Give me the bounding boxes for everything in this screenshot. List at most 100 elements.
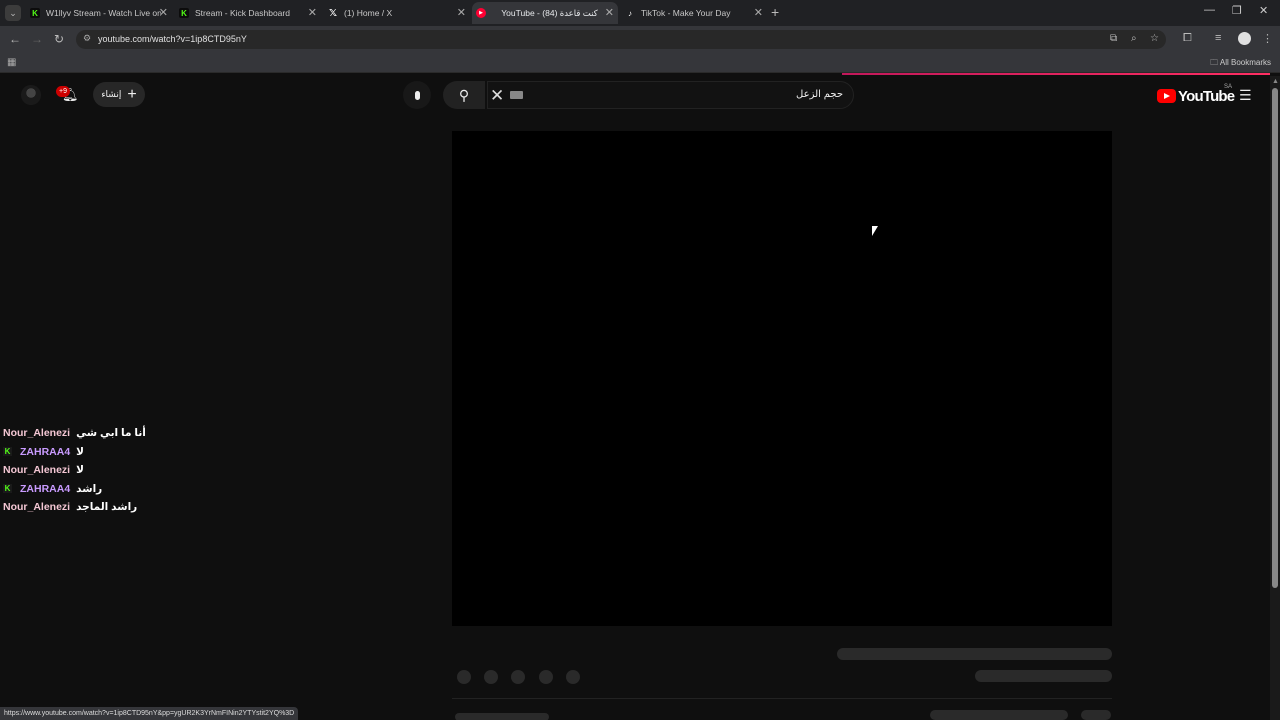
search-button[interactable]: ⚲ (443, 81, 485, 109)
folder-icon: 🗀 (1210, 58, 1219, 67)
chat-username: Nour_Alenezi (3, 427, 71, 440)
skeleton-placeholder (484, 670, 498, 684)
divider (452, 698, 1112, 699)
keyboard-icon[interactable] (510, 91, 523, 99)
bookmarks-bar: ▦ 🗀 All Bookmarks (0, 52, 1280, 73)
scroll-up-icon[interactable]: ▲ (1272, 78, 1279, 85)
stream-chat-overlay: Nour_Alenezi أنا ما ابي شي K ZAHRAA4 لا … (3, 424, 203, 517)
chat-message: Nour_Alenezi لا (3, 461, 203, 480)
search-icon: ⚲ (458, 86, 470, 103)
page-scrollbar[interactable]: ▲ (1270, 76, 1280, 720)
youtube-play-icon (1157, 89, 1176, 103)
chat-message: Nour_Alenezi راشد الماجد (3, 498, 203, 517)
tab-strip: ⌄ K W1llyv Stream - Watch Live on ✕ K St… (0, 0, 1280, 26)
all-bookmarks[interactable]: 🗀 All Bookmarks (1210, 57, 1271, 71)
skeleton-placeholder (511, 670, 525, 684)
voice-search-button[interactable] (403, 81, 431, 109)
tab-title: YouTube - ‏كنت قاعدة‏ (84) (501, 7, 598, 18)
close-icon[interactable]: ✕ (457, 6, 466, 19)
create-label: إنشاء (101, 89, 122, 99)
account-avatar[interactable] (21, 85, 41, 105)
restore-icon[interactable]: ❐ (1232, 4, 1242, 17)
search-input[interactable]: ✕ حجم الزعل (487, 81, 854, 109)
chat-username: Nour_Alenezi (3, 501, 71, 514)
chat-text: راشد الماجد (76, 501, 138, 514)
skeleton-placeholder (539, 670, 553, 684)
profile-avatar[interactable] (1238, 32, 1251, 45)
apps-grid-icon[interactable]: ▦ (7, 57, 16, 68)
clear-search-icon[interactable]: ✕ (490, 86, 504, 106)
back-icon[interactable]: ← (9, 32, 21, 46)
address-bar[interactable]: ⚙ youtube.com/watch?v=1ip8CTD95nY ⧉ ⌕ ☆ (76, 30, 1166, 49)
bookmark-star-icon[interactable]: ☆ (1150, 33, 1159, 44)
scroll-thumb[interactable] (1272, 88, 1278, 588)
chat-username: ZAHRAA4 (20, 482, 71, 495)
browser-menu-icon[interactable]: ⋮ (1262, 32, 1273, 45)
skeleton-placeholder (1081, 710, 1111, 720)
tab-x-home[interactable]: 𝕏 (1) Home / X ✕ (324, 2, 470, 24)
chat-text: لا (76, 464, 84, 477)
new-tab-icon[interactable]: + (771, 4, 779, 20)
chat-message: K ZAHRAA4 راشد (3, 480, 203, 499)
browser-toolbar: ← → ↻ ⚙ youtube.com/watch?v=1ip8CTD95nY … (0, 26, 1280, 52)
close-window-icon[interactable]: ✕ (1259, 4, 1268, 17)
url-text[interactable]: youtube.com/watch?v=1ip8CTD95nY (98, 34, 247, 44)
install-app-icon[interactable]: ⧉ (1110, 33, 1117, 44)
chat-message: Nour_Alenezi أنا ما ابي شي (3, 424, 203, 443)
kick-icon: K (30, 8, 40, 18)
tab-kick-stream[interactable]: K W1llyv Stream - Watch Live on ✕ (26, 2, 172, 24)
extensions-icon[interactable]: ⧠ (1183, 32, 1192, 45)
skeleton-placeholder (975, 670, 1112, 682)
skeleton-placeholder (455, 713, 549, 720)
youtube-header: ☰ YouTube SA ✕ حجم الزعل ⚲ إنشاء + 🔔︎ +9 (0, 76, 1270, 116)
tab-tiktok[interactable]: ♪ TikTok - Make Your Day ✕ (621, 2, 767, 24)
minimize-icon[interactable]: — (1204, 4, 1215, 16)
region-code: SA (1224, 84, 1233, 90)
chat-text: راشد (76, 482, 103, 495)
tab-kick-dashboard[interactable]: K Stream - Kick Dashboard ✕ (175, 2, 321, 24)
youtube-logo[interactable]: YouTube (1157, 86, 1235, 106)
skeleton-placeholder (566, 670, 580, 684)
link-status-bubble: https://www.youtube.com/watch?v=1ip8CTD9… (0, 707, 299, 720)
chat-text: أنا ما ابي شي (76, 427, 146, 440)
close-icon[interactable]: ✕ (605, 6, 614, 19)
mouse-cursor-icon (872, 226, 878, 236)
kick-icon: K (3, 484, 12, 494)
tab-youtube[interactable]: ▶ YouTube - ‏كنت قاعدة‏ (84) ✕ (472, 2, 618, 24)
mic-icon (414, 90, 420, 100)
close-icon[interactable]: ✕ (159, 6, 168, 19)
kick-icon: K (179, 8, 189, 18)
chat-text: لا (76, 445, 84, 458)
video-player[interactable] (452, 131, 1112, 626)
create-button[interactable]: إنشاء + (93, 82, 145, 107)
x-icon: 𝕏 (328, 7, 338, 19)
chat-message: K ZAHRAA4 لا (3, 443, 203, 462)
skeleton-placeholder (457, 670, 471, 684)
tab-search-icon[interactable]: ⌄ (5, 5, 21, 21)
site-info-icon[interactable]: ⚙ (83, 33, 91, 44)
notification-badge: +9 (56, 86, 70, 97)
zoom-icon[interactable]: ⌕ (1131, 33, 1137, 44)
tab-title: Stream - Kick Dashboard (195, 8, 290, 18)
tab-title: (1) Home / X (344, 8, 393, 18)
close-icon[interactable]: ✕ (308, 6, 317, 19)
hamburger-menu-icon[interactable]: ☰ (1239, 87, 1252, 104)
plus-icon: + (127, 85, 137, 103)
reload-icon[interactable]: ↻ (54, 32, 64, 46)
forward-icon[interactable]: → (31, 32, 43, 46)
youtube-icon: ▶ (476, 8, 486, 18)
search-query-text[interactable]: حجم الزعل (796, 89, 843, 100)
tiktok-icon: ♪ (628, 8, 632, 18)
skeleton-placeholder (930, 710, 1068, 720)
tab-title: TikTok - Make Your Day (641, 8, 731, 18)
chat-username: Nour_Alenezi (3, 464, 71, 477)
tab-title: W1llyv Stream - Watch Live on (46, 8, 161, 18)
youtube-logo-text: YouTube (1178, 87, 1235, 105)
chat-username: ZAHRAA4 (20, 445, 71, 458)
all-bookmarks-label: All Bookmarks (1219, 58, 1271, 67)
screen: ⌄ K W1llyv Stream - Watch Live on ✕ K St… (0, 0, 1280, 720)
close-icon[interactable]: ✕ (754, 6, 763, 19)
skeleton-placeholder (837, 648, 1112, 660)
kick-icon: K (3, 447, 12, 457)
media-controls-icon[interactable]: ≡ (1215, 32, 1221, 44)
